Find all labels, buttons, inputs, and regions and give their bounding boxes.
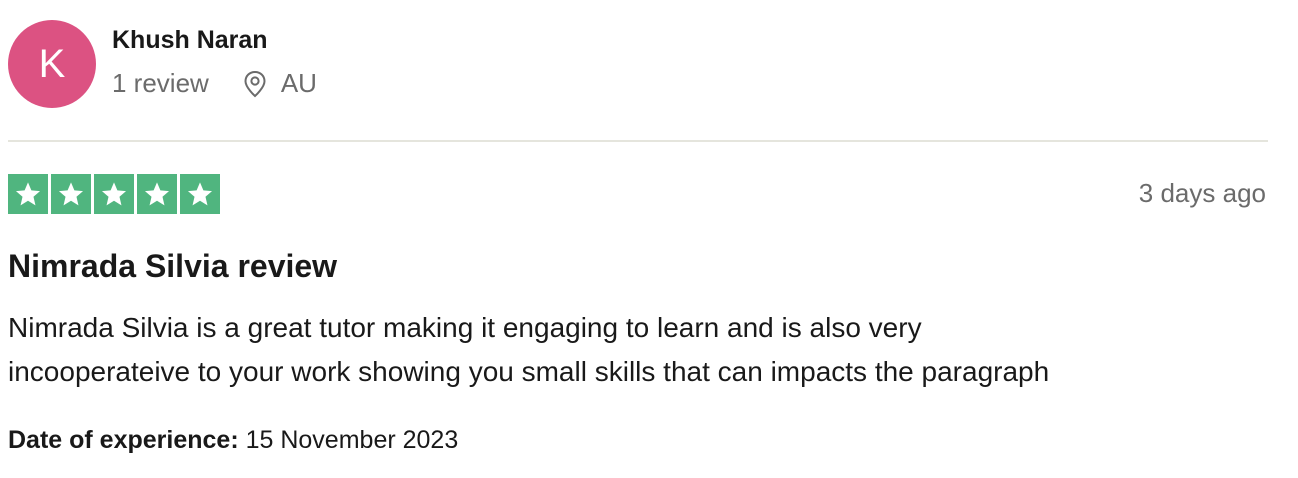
star-icon [180,174,220,214]
star-icon [8,174,48,214]
review-count[interactable]: 1 review [112,68,209,99]
review-body-line: Nimrada Silvia is a great tutor making i… [8,312,922,343]
reviewer-name[interactable]: Khush Naran [112,26,268,55]
reviewer-meta: 1 review AU [112,68,317,99]
avatar-initial: K [38,41,66,86]
divider [8,140,1268,142]
review-body[interactable]: Nimrada Silvia is a great tutor making i… [8,306,1278,394]
reviewer-location: AU [243,68,317,99]
review-title[interactable]: Nimrada Silvia review [8,248,337,285]
star-rating [8,174,220,214]
review-body-line: incooperateive to your work showing you … [8,356,1050,387]
map-pin-icon [244,70,266,97]
date-of-experience: Date of experience: 15 November 2023 [8,426,458,455]
experience-label: Date of experience: [8,426,239,454]
star-icon [51,174,91,214]
reviewer-header: K Khush Naran 1 review AU [8,18,1268,110]
experience-date: 15 November 2023 [245,426,459,454]
location-label: AU [280,68,317,98]
avatar[interactable]: K [8,20,96,108]
star-icon [94,174,134,214]
star-icon [137,174,177,214]
review-date: 3 days ago [1138,178,1266,208]
